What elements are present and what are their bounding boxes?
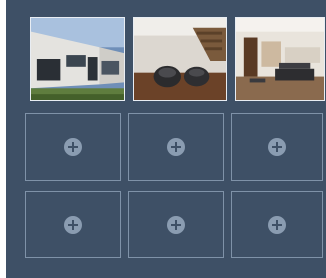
- empty-photo-slot-6[interactable]: [231, 191, 323, 258]
- photo-thumbnail-1[interactable]: [30, 17, 125, 101]
- add-photo-icon: [268, 138, 286, 156]
- photo-thumbnail-2[interactable]: [133, 17, 227, 101]
- living-room-staircase-photo: [134, 18, 226, 100]
- add-photo-icon: [64, 215, 82, 234]
- empty-photo-slot-3[interactable]: [231, 113, 323, 181]
- photo-thumbnail-3[interactable]: [235, 17, 325, 101]
- photo-gallery-panel: [6, 0, 326, 278]
- add-photo-icon: [167, 215, 185, 234]
- empty-photo-slot-5[interactable]: [128, 191, 224, 258]
- exterior-house-photo: [31, 18, 124, 100]
- open-living-room-photo: [236, 18, 324, 100]
- empty-photo-slot-1[interactable]: [25, 113, 121, 181]
- add-photo-icon: [64, 138, 82, 156]
- empty-photo-slot-4[interactable]: [25, 191, 121, 258]
- add-photo-icon: [167, 138, 185, 156]
- photo-grid: [6, 0, 326, 278]
- empty-photo-slot-2[interactable]: [128, 113, 224, 181]
- add-photo-icon: [268, 215, 286, 234]
